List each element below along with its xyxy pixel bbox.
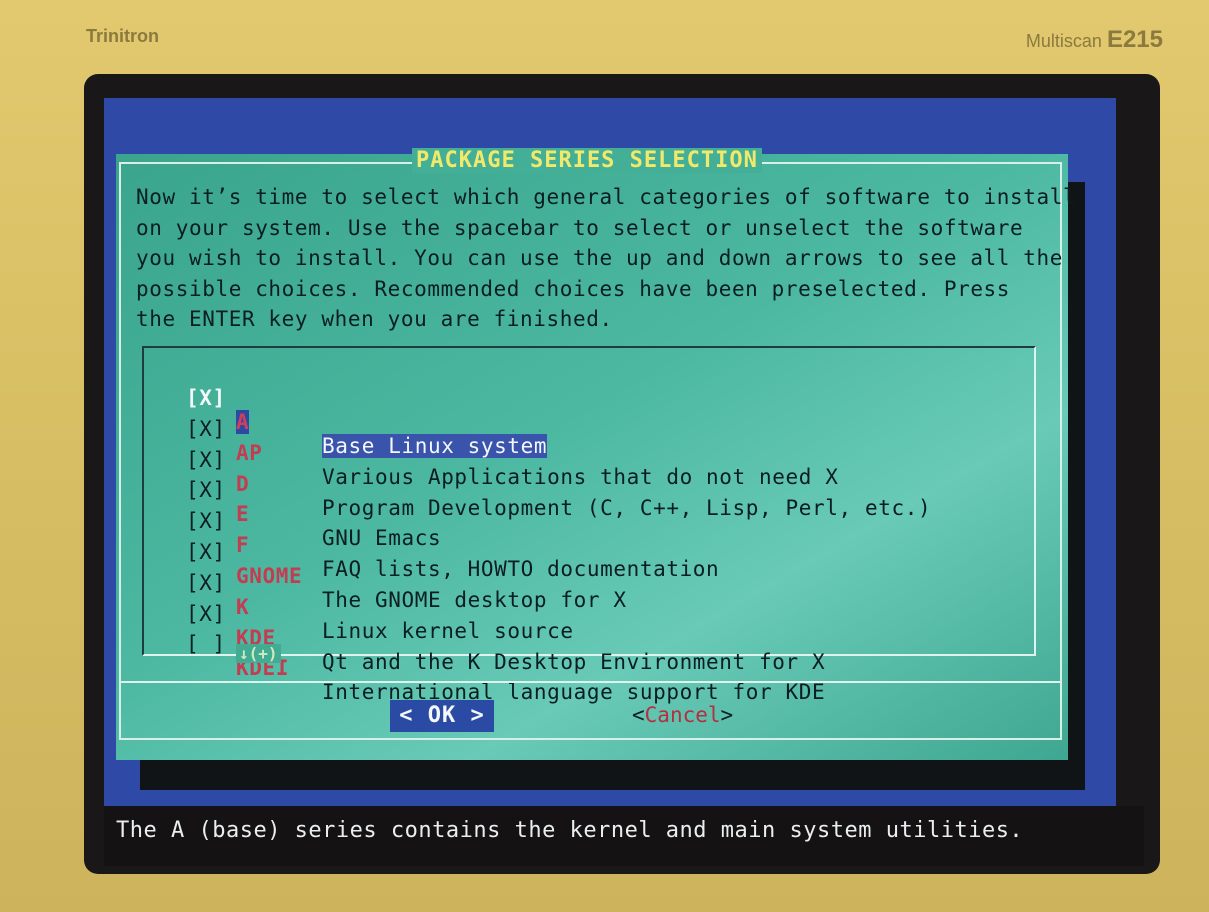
instruction-line: on your system. Use the spacebar to sele… (136, 215, 1024, 240)
package-item-kde[interactable]: [X] KDE Qt and the K Desktop Environment… (186, 578, 1026, 674)
package-item-a[interactable]: [X] A Base Linux system (186, 362, 1026, 458)
dialog-title: PACKAGE SERIES SELECTION (412, 148, 762, 173)
monitor-brand-right: Multiscan E215 (1026, 26, 1163, 54)
package-checkbox[interactable]: [ ] (186, 632, 226, 656)
package-item-e[interactable]: [X] E GNU Emacs (186, 454, 1026, 550)
package-item-k[interactable]: [X] K Linux kernel source (186, 547, 1026, 643)
package-item-d[interactable]: [X] D Program Development (C, C++, Lisp,… (186, 424, 1026, 520)
dialog-instructions: Now it’s time to select which general ca… (136, 182, 1077, 335)
instruction-line: possible choices. Recommended choices ha… (136, 276, 1011, 301)
dialog-separator (121, 681, 1061, 683)
instruction-line: Now it’s time to select which general ca… (136, 185, 1077, 209)
package-item-gnome[interactable]: [X] GNOME The GNOME desktop for X (186, 516, 1026, 612)
cancel-bracket-open: < (632, 703, 645, 727)
cancel-label: Cancel (644, 703, 721, 727)
instruction-line: you wish to install. You can use the up … (136, 246, 1064, 270)
brand-model-number: E215 (1106, 26, 1163, 53)
scroll-down-indicator[interactable]: ↓(+) (236, 644, 281, 663)
instruction-line: the ENTER key when you are finished. (136, 307, 613, 331)
brand-model-prefix: Multiscan (1025, 31, 1102, 51)
package-item-f[interactable]: [X] F FAQ lists, HOWTO documentation (186, 485, 1026, 581)
package-item-ap[interactable]: [X] AP Various Applications that do not … (186, 393, 1026, 489)
package-item-kdei[interactable]: [ ] KDEI International language support … (186, 608, 1026, 704)
package-description: Qt and the K Desktop Environment for X (322, 649, 826, 674)
status-text: The A (base) series contains the kernel … (116, 818, 1024, 843)
monitor-brand-left: Trinitron (86, 26, 159, 46)
ok-button[interactable]: < OK > (390, 700, 494, 732)
package-list: [X] A Base Linux system [X] AP Various A… (186, 362, 1026, 704)
cancel-bracket-close: > (720, 703, 734, 727)
cancel-button[interactable]: <Cancel> (632, 700, 733, 732)
